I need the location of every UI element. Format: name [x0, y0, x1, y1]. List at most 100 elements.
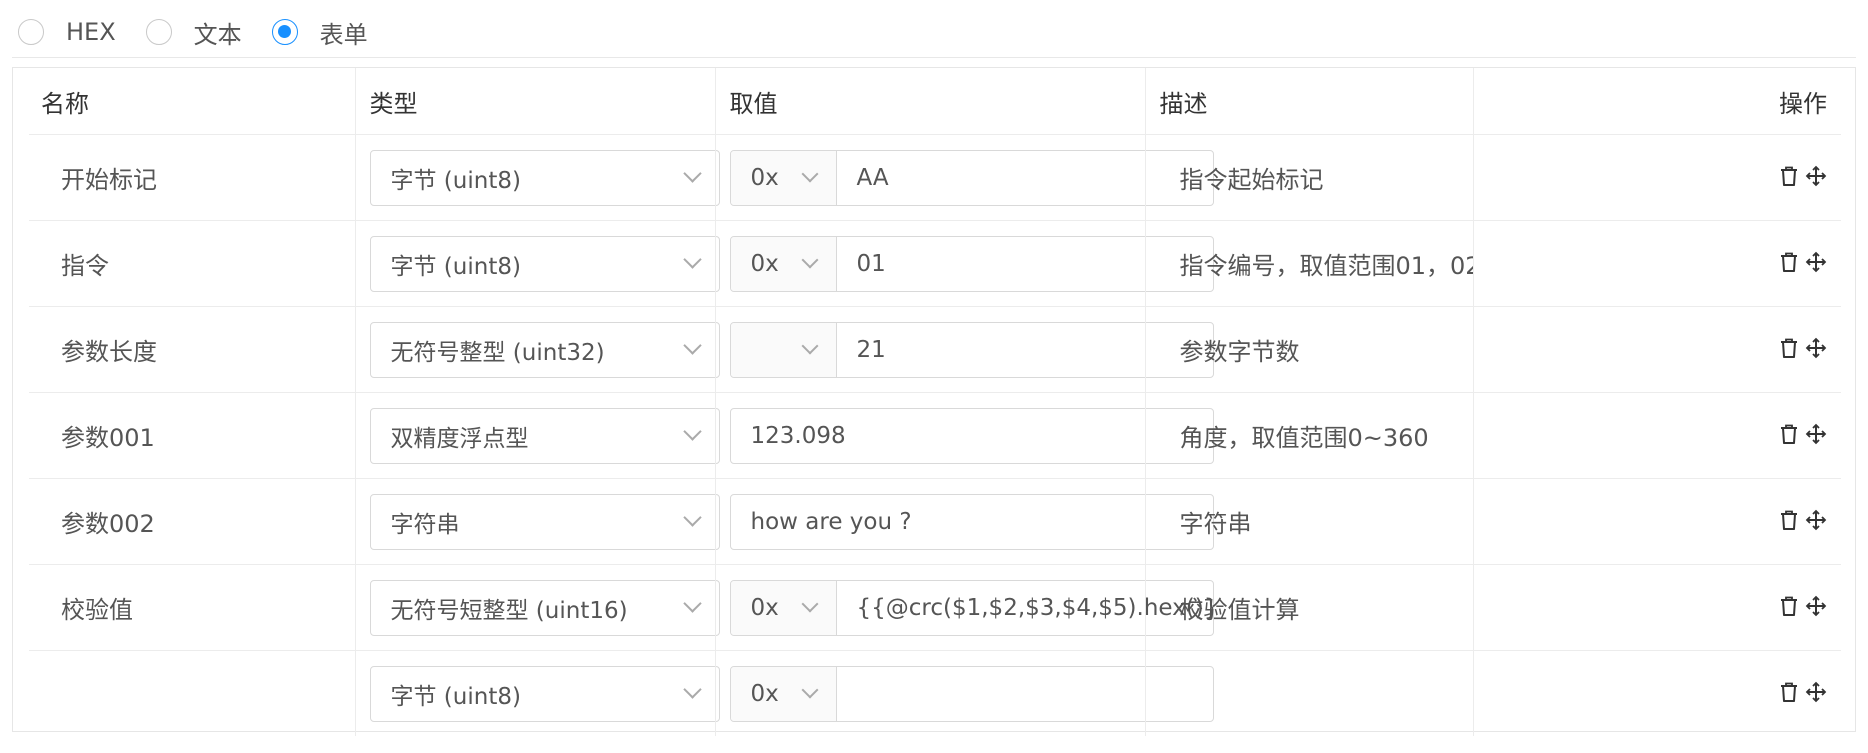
chevron-down-icon — [682, 422, 702, 441]
table-row: 参数001 双精度浮点型 123.098 角度，取值范围0~360 — [29, 392, 1841, 479]
field-description: 角度，取值范围0~360 — [1144, 392, 1474, 479]
type-cell: 双精度浮点型 — [354, 392, 720, 479]
radix-select[interactable]: 0x — [730, 666, 837, 721]
radio-hex-label: HEX — [66, 18, 116, 46]
form-table-panel: 名称 类型 取值 描述 操作 开始标记 字节 (uint8) 0x AA 指令起始标记指… — [12, 67, 1856, 736]
actions-cell — [1472, 478, 1841, 565]
field-name: 参数长度 — [29, 306, 356, 393]
move-icon[interactable] — [1805, 681, 1827, 707]
field-description: 参数字节数 — [1144, 306, 1474, 393]
type-select[interactable]: 字节 (uint8) — [369, 665, 720, 722]
divider — [12, 57, 1856, 58]
type-select[interactable]: 无符号整型 (uint32) — [369, 321, 720, 378]
radio-circle-text[interactable] — [145, 19, 172, 45]
value-cell: 0x 01 — [714, 220, 1214, 307]
trash-icon[interactable] — [1779, 337, 1799, 363]
chevron-down-icon — [682, 508, 702, 527]
radio-circle-form[interactable] — [271, 19, 298, 45]
value-input[interactable]: AA — [837, 151, 1213, 205]
value-input[interactable]: {{@crc($1,$2,$3,$4,$5).hex()}} — [837, 581, 1213, 635]
radio-circle-hex[interactable] — [18, 19, 44, 45]
trash-icon[interactable] — [1779, 251, 1799, 277]
field-name: 校验值 — [29, 564, 356, 651]
actions-cell — [1472, 564, 1841, 651]
move-icon[interactable] — [1805, 595, 1827, 621]
move-icon[interactable] — [1805, 251, 1827, 277]
chevron-down-icon — [682, 680, 702, 699]
radix-label: 0x — [750, 680, 779, 707]
radix-select[interactable] — [730, 322, 837, 377]
field-table: 名称 类型 取值 描述 操作 开始标记 字节 (uint8) 0x AA 指令起始标记指… — [29, 68, 1841, 736]
chevron-down-icon — [801, 251, 818, 268]
chevron-down-icon — [682, 594, 702, 613]
type-select-value: 字节 (uint8) — [390, 253, 521, 280]
radio-hex[interactable]: HEX — [18, 18, 116, 46]
type-select[interactable]: 字符串 — [369, 493, 720, 550]
value-input-group: 0x — [729, 665, 1214, 722]
chevron-down-icon — [682, 336, 702, 355]
value-input-group: 0x AA — [729, 149, 1214, 206]
type-cell: 字节 (uint8) — [354, 134, 720, 221]
value-input[interactable]: 123.098 — [729, 407, 1214, 464]
table-row: 开始标记 字节 (uint8) 0x AA 指令起始标记 — [29, 134, 1841, 221]
trash-icon[interactable] — [1779, 165, 1799, 191]
value-input[interactable]: 01 — [837, 237, 1213, 291]
header-value: 取值 — [714, 68, 1146, 135]
trash-icon[interactable] — [1779, 595, 1799, 621]
type-cell: 无符号短整型 (uint16) — [354, 564, 720, 651]
move-icon[interactable] — [1805, 337, 1827, 363]
type-select-value: 字符串 — [390, 511, 460, 538]
table-row: 字节 (uint8) 0x — [29, 650, 1841, 736]
table-row: 参数002 字符串 how are you ? 字符串 — [29, 478, 1841, 565]
value-input[interactable]: how are you ? — [729, 493, 1214, 550]
move-icon[interactable] — [1805, 509, 1827, 535]
type-select-value: 无符号整型 (uint32) — [390, 339, 605, 366]
value-cell: 0x AA — [714, 134, 1214, 221]
type-select-value: 字节 (uint8) — [390, 683, 521, 710]
trash-icon[interactable] — [1779, 423, 1799, 449]
actions-cell — [1472, 134, 1841, 221]
radix-label: 0x — [750, 164, 779, 191]
radio-form[interactable]: 表单 — [271, 15, 368, 50]
type-cell: 无符号整型 (uint32) — [354, 306, 720, 393]
trash-icon[interactable] — [1779, 509, 1799, 535]
actions-cell — [1472, 650, 1841, 736]
type-cell: 字符串 — [354, 478, 720, 565]
field-description: 指令编号，取值范围01，02， — [1144, 220, 1474, 307]
move-icon[interactable] — [1805, 165, 1827, 191]
type-select-value: 字节 (uint8) — [390, 167, 521, 194]
field-name: 指令 — [29, 220, 356, 307]
value-cell: how are you ? — [714, 478, 1214, 565]
type-cell: 字节 (uint8) — [354, 650, 720, 736]
type-select-value: 双精度浮点型 — [390, 425, 529, 452]
radix-select[interactable]: 0x — [730, 580, 837, 635]
format-radio-group: HEX 文本 表单 — [18, 12, 398, 52]
radix-select[interactable]: 0x — [730, 150, 837, 205]
table-header-row: 名称 类型 取值 描述 操作 — [29, 68, 1841, 135]
trash-icon[interactable] — [1779, 681, 1799, 707]
chevron-down-icon — [801, 681, 818, 698]
type-select[interactable]: 字节 (uint8) — [369, 235, 720, 292]
chevron-down-icon — [801, 165, 818, 182]
radix-select[interactable]: 0x — [730, 236, 837, 291]
value-input-group: 0x {{@crc($1,$2,$3,$4,$5).hex()}} — [729, 579, 1214, 636]
value-input[interactable] — [837, 667, 1213, 721]
field-name: 开始标记 — [29, 134, 356, 221]
table-row: 指令 字节 (uint8) 0x 01 指令编号，取值范围01，02， — [29, 220, 1841, 307]
value-input[interactable]: 21 — [837, 323, 1213, 377]
actions-cell — [1472, 220, 1841, 307]
type-select[interactable]: 双精度浮点型 — [369, 407, 720, 464]
chevron-down-icon — [682, 164, 702, 183]
move-icon[interactable] — [1805, 423, 1827, 449]
header-actions: 操作 — [1472, 68, 1841, 135]
type-select[interactable]: 无符号短整型 (uint16) — [369, 579, 720, 636]
value-cell: 0x — [714, 650, 1214, 736]
type-select[interactable]: 字节 (uint8) — [369, 149, 720, 206]
chevron-down-icon — [801, 595, 818, 612]
type-cell: 字节 (uint8) — [354, 220, 720, 307]
radio-form-label: 表单 — [319, 20, 368, 49]
field-description: 指令起始标记 — [1144, 134, 1474, 221]
radio-text-label: 文本 — [193, 20, 242, 49]
value-input-group: 21 — [729, 321, 1214, 378]
radio-text[interactable]: 文本 — [145, 15, 242, 50]
